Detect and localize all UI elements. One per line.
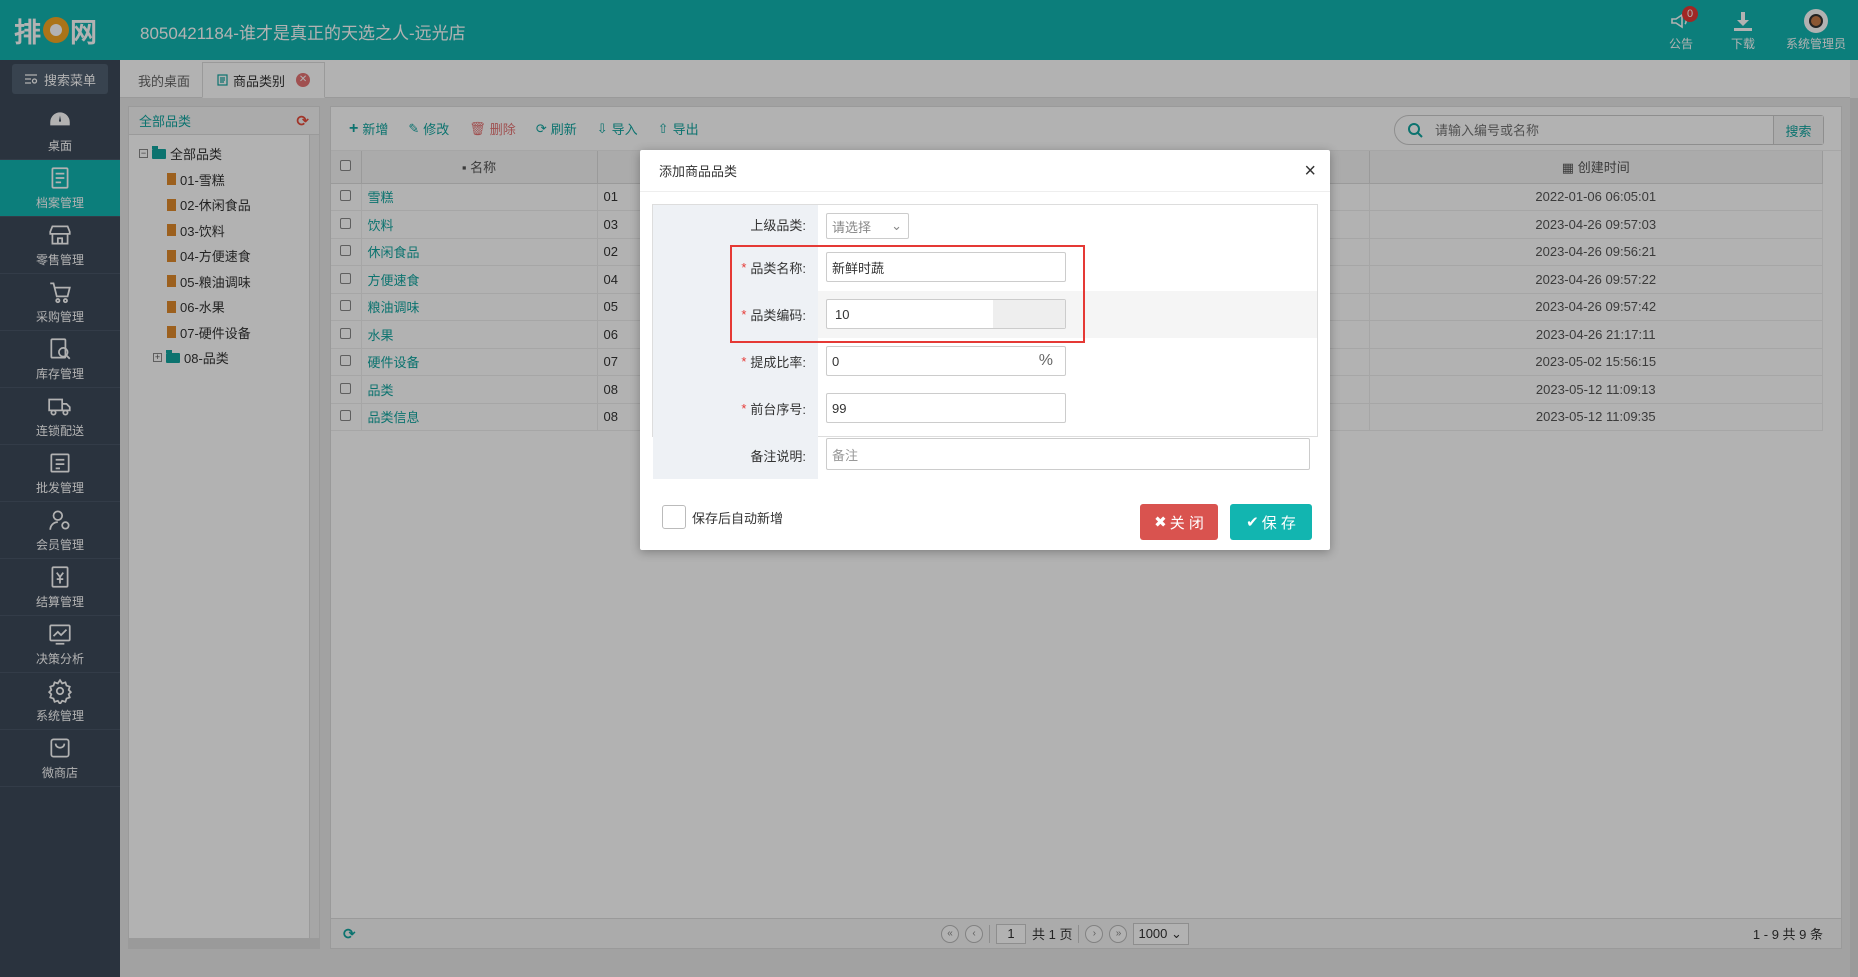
remark-input[interactable]: 备注 xyxy=(826,438,1310,470)
percent-unit: % xyxy=(1038,352,1053,369)
required-mark: * xyxy=(741,401,747,416)
auto-add-checkbox[interactable] xyxy=(662,505,686,529)
parent-category-select[interactable]: 请选择 ⌄ xyxy=(826,213,909,239)
required-mark: * xyxy=(741,354,747,369)
form-row-order: * 前台序号: 99 xyxy=(653,385,1317,432)
parent-label: 上级品类: xyxy=(750,218,806,233)
check-icon: ✔ xyxy=(1246,514,1259,531)
order-label: 前台序号: xyxy=(750,402,806,417)
dialog-title: 添加商品品类 xyxy=(659,164,738,179)
highlight-box xyxy=(730,245,1085,343)
form-row-rate: * 提成比率: 0% xyxy=(653,338,1317,385)
close-icon[interactable]: × xyxy=(1304,160,1316,183)
save-label: 保 存 xyxy=(1261,514,1296,532)
form-row-remark: 备注说明: 备注 xyxy=(653,432,1317,479)
display-order-input[interactable]: 99 xyxy=(826,393,1066,423)
remark-label: 备注说明: xyxy=(750,449,806,464)
chevron-down-icon: ⌄ xyxy=(891,218,902,233)
save-button[interactable]: ✔ 保 存 xyxy=(1230,504,1312,540)
add-category-dialog: 添加商品品类 × 上级品类: 请选择 ⌄ * 品类名称: 新鲜时蔬 * 品类编码: 1… xyxy=(640,150,1330,550)
close-button[interactable]: ✖ 关 闭 xyxy=(1140,504,1218,540)
parent-value: 请选择 xyxy=(832,219,872,235)
auto-add-label: 保存后自动新增 xyxy=(692,510,784,526)
auto-add-option[interactable]: 保存后自动新增 xyxy=(662,505,783,529)
commission-rate-input[interactable]: 0% xyxy=(826,346,1066,376)
x-icon: ✖ xyxy=(1154,514,1167,531)
rate-value: 0 xyxy=(832,353,840,369)
form-row-parent: 上级品类: 请选择 ⌄ xyxy=(653,205,1317,244)
close-label: 关 闭 xyxy=(1169,514,1204,532)
rate-label: 提成比率: xyxy=(750,355,806,370)
